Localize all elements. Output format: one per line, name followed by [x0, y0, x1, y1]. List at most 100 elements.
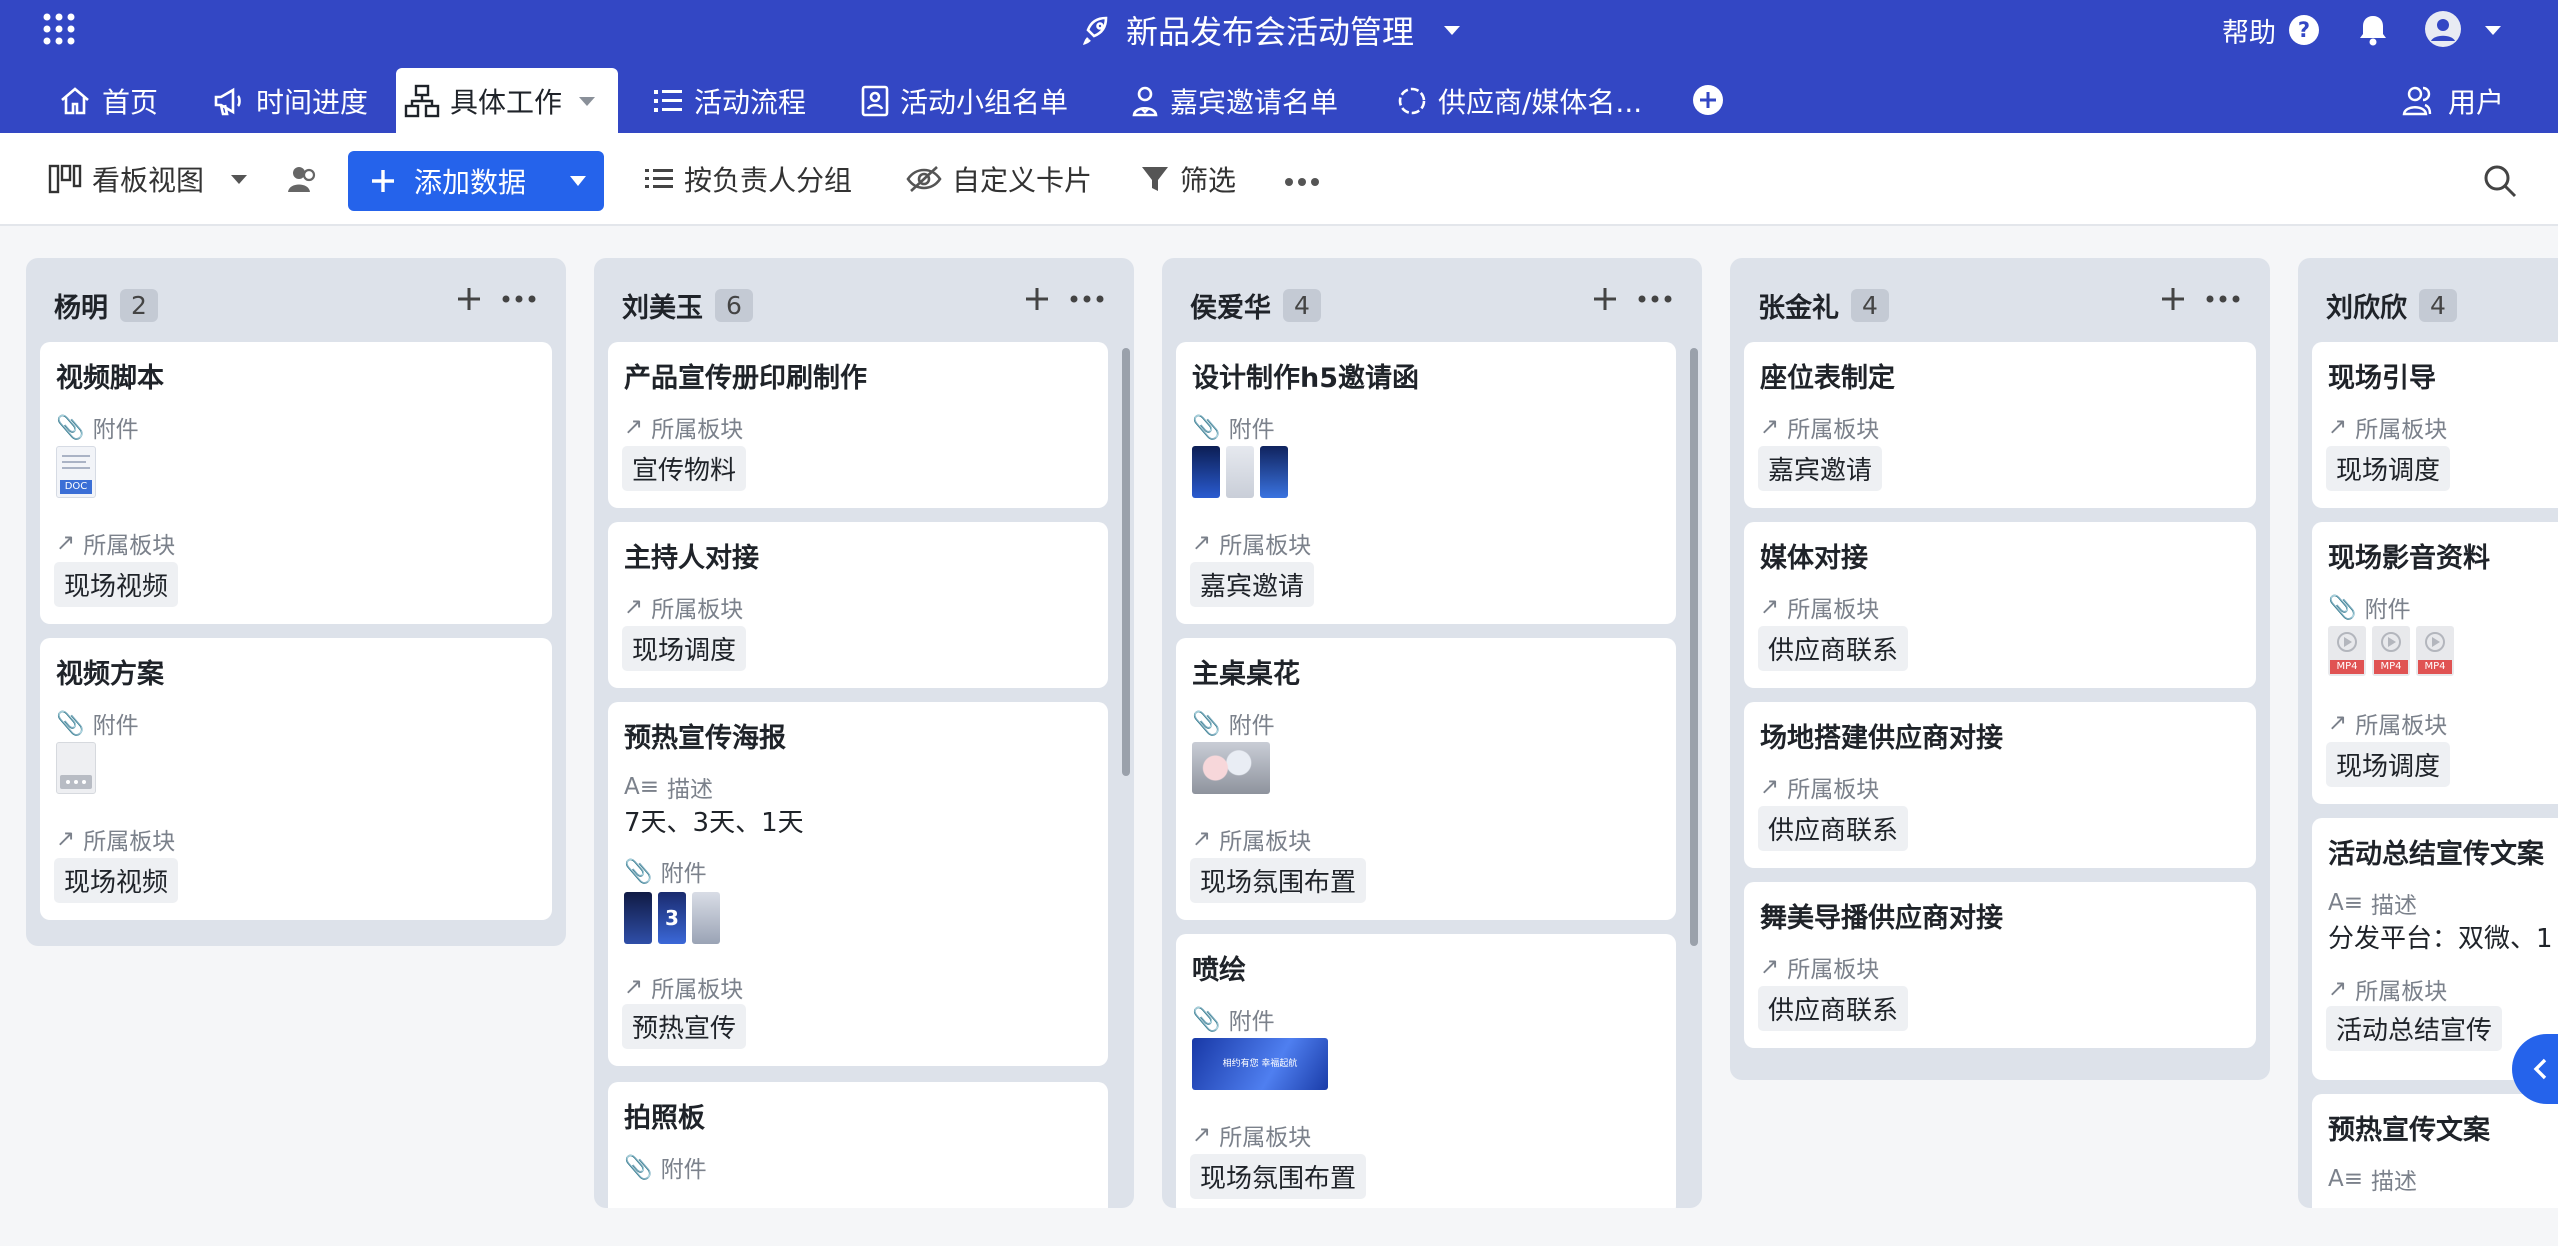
banner-thumbnail[interactable]: 相约有您 幸福起航	[1192, 1038, 1328, 1090]
kanban-card[interactable]: 喷绘 📎 附件 相约有您 幸福起航 ↗ 所属板块 现场氛围布置	[1176, 934, 1676, 1208]
caret-down-icon[interactable]	[578, 95, 596, 107]
kanban-card[interactable]: 媒体对接 ↗ 所属板块 供应商联系	[1744, 522, 2256, 688]
kanban-card[interactable]: 拍照板 📎 附件	[608, 1082, 1108, 1208]
tab-label: 嘉宾邀请名单	[1170, 85, 1339, 119]
more-icon[interactable]	[2206, 295, 2240, 303]
app-title[interactable]: 新品发布会活动管理	[1080, 10, 1462, 51]
column-scrollbar[interactable]	[1122, 348, 1130, 776]
group-by-button[interactable]: 按负责人分组	[644, 153, 852, 205]
tab-team-list[interactable]: 活动小组名单	[852, 68, 1076, 133]
section-label: 所属板块	[2355, 417, 2448, 443]
section-tag: 嘉宾邀请	[1190, 562, 1315, 607]
user-avatar[interactable]	[2424, 10, 2462, 48]
video-file-icon[interactable]: MP4	[2328, 626, 2366, 676]
kanban-card[interactable]: 现场引导 ↗ 所属板块 现场调度	[2312, 342, 2558, 508]
attachment-label: 附件	[1228, 417, 1275, 443]
tab-process[interactable]: 活动流程	[644, 68, 814, 133]
invitation-thumbnail[interactable]	[1226, 446, 1254, 498]
poster-thumbnail[interactable]	[692, 892, 720, 944]
chevron-down-icon[interactable]	[1442, 23, 1462, 37]
column-actions	[2160, 286, 2240, 312]
users-button[interactable]: 用户	[2394, 68, 2512, 133]
file-type-label: MP4	[2374, 660, 2408, 674]
card-title: 预热宣传海报	[624, 723, 786, 754]
kanban-card[interactable]: 座位表制定 ↗ 所属板块 嘉宾邀请	[1744, 342, 2256, 508]
kanban-card[interactable]: 产品宣传册印刷制作 ↗ 所属板块 宣传物料	[608, 342, 1108, 508]
kanban-card[interactable]: 视频方案 📎 附件 ↗ 所属板块 现场视频	[40, 638, 552, 920]
users-label: 用户	[2448, 85, 2505, 119]
arrow-up-right-icon: ↗	[1760, 414, 1780, 440]
custom-card-button[interactable]: 自定义卡片	[906, 153, 1092, 205]
app-grid-icon[interactable]	[42, 12, 76, 46]
add-data-button[interactable]: 添加数据	[348, 151, 604, 211]
tab-guest-list[interactable]: 嘉宾邀请名单	[1122, 68, 1346, 133]
card-title: 活动总结宣传文案	[2328, 839, 2544, 870]
members-icon[interactable]	[286, 163, 320, 195]
description-label: 描述	[2371, 1169, 2418, 1195]
kanban-card[interactable]: 预热宣传海报 A≡ 描述 7天、3天、1天 📎 附件 3 ↗ 所属板块 预热宣传	[608, 702, 1108, 1066]
column-title: 刘美玉	[622, 293, 703, 324]
column-count: 4	[2419, 289, 2457, 322]
card-title: 喷绘	[1192, 955, 1246, 986]
poster-thumbnail[interactable]: 3	[658, 892, 686, 944]
add-card-icon[interactable]	[2160, 286, 2186, 312]
description-label: 描述	[2371, 893, 2418, 919]
kanban-card[interactable]: 现场影音资料 📎 附件 MP4 MP4 MP4 ↗ 所属板块 现场调度	[2312, 522, 2558, 804]
tab-timeline[interactable]: 时间进度	[204, 68, 376, 133]
tab-supplier-media[interactable]: 供应商/媒体名...	[1388, 68, 1650, 133]
generic-file-icon[interactable]	[56, 742, 96, 794]
section-tag: 宣传物料	[622, 446, 747, 491]
view-switcher[interactable]: 看板视图	[48, 153, 248, 205]
attachment-label: 附件	[92, 713, 139, 739]
field-label: ↗ 所属板块	[2328, 410, 2447, 444]
flower-thumbnail[interactable]	[1192, 742, 1270, 794]
attachment-label: 附件	[1228, 1009, 1275, 1035]
filter-button[interactable]: 筛选	[1140, 153, 1236, 205]
kanban-card[interactable]: 活动总结宣传文案 A≡ 描述 分发平台：双微、1 ↗ 所属板块 活动总结宣传	[2312, 818, 2558, 1080]
more-icon[interactable]	[1638, 295, 1672, 303]
invitation-thumbnail[interactable]	[1192, 446, 1220, 498]
kanban-card[interactable]: 视频脚本 📎 附件 DOC ↗ 所属板块 现场视频	[40, 342, 552, 624]
column-count: 2	[120, 289, 158, 322]
video-file-icon[interactable]: MP4	[2372, 626, 2410, 676]
more-icon[interactable]	[1070, 295, 1104, 303]
card-title: 视频方案	[56, 659, 164, 690]
add-card-icon[interactable]	[456, 286, 482, 312]
bell-icon[interactable]	[2358, 14, 2388, 46]
kanban-card[interactable]: 预热宣传文案 A≡ 描述	[2312, 1094, 2558, 1208]
doc-file-icon[interactable]: DOC	[56, 446, 96, 498]
poster-thumbnail[interactable]	[624, 892, 652, 944]
add-table-button[interactable]	[1692, 84, 1724, 116]
add-dropdown-icon[interactable]	[568, 174, 588, 188]
more-icon[interactable]	[502, 295, 536, 303]
column-header: 刘欣欣 4	[2326, 286, 2457, 325]
plus-icon	[370, 168, 396, 194]
column-actions	[1592, 286, 1672, 312]
card-title: 拍照板	[624, 1103, 705, 1134]
chevron-down-icon[interactable]	[2484, 24, 2502, 36]
add-card-icon[interactable]	[1592, 286, 1618, 312]
search-icon[interactable]	[2482, 163, 2518, 199]
add-card-icon[interactable]	[1024, 286, 1050, 312]
field-label: A≡ 描述	[2328, 886, 2417, 920]
tab-specific-work[interactable]: 具体工作	[396, 68, 618, 133]
more-icon[interactable]	[1284, 177, 1320, 187]
kanban-card[interactable]: 舞美导播供应商对接 ↗ 所属板块 供应商联系	[1744, 882, 2256, 1048]
video-file-icon[interactable]: MP4	[2416, 626, 2454, 676]
kanban-card[interactable]: 主持人对接 ↗ 所属板块 现场调度	[608, 522, 1108, 688]
field-label: ↗ 所属板块	[1760, 590, 1879, 624]
section-label: 所属板块	[1787, 417, 1880, 443]
field-label: ↗ 所属板块	[56, 822, 175, 856]
hierarchy-icon	[404, 84, 440, 118]
kanban-card[interactable]: 设计制作h5邀请函 📎 附件 ↗ 所属板块 嘉宾邀请	[1176, 342, 1676, 624]
column-title: 侯爱华	[1190, 293, 1271, 324]
column-scrollbar[interactable]	[1690, 348, 1698, 946]
tab-home[interactable]: 首页	[50, 68, 166, 133]
invitation-thumbnail[interactable]	[1260, 446, 1288, 498]
section-tag: 现场调度	[2326, 446, 2451, 491]
paperclip-icon: 📎	[2328, 594, 2357, 621]
kanban-card[interactable]: 场地搭建供应商对接 ↗ 所属板块 供应商联系	[1744, 702, 2256, 868]
kanban-card[interactable]: 主桌桌花 📎 附件 ↗ 所属板块 现场氛围布置	[1176, 638, 1676, 920]
arrow-up-right-icon: ↗	[56, 530, 76, 556]
help-button[interactable]: 帮助 ?	[2222, 12, 2320, 49]
